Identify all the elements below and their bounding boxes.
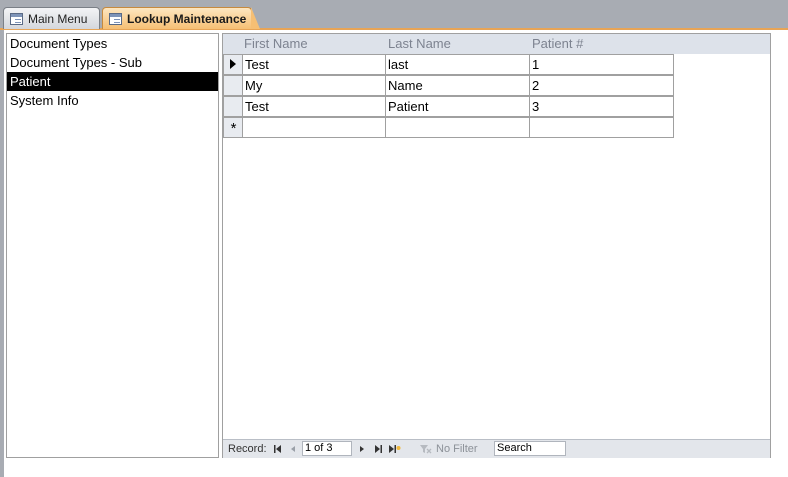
datasheet-subform: First Name Last Name Patient # Test last… [222,33,771,458]
new-cell-last-name[interactable] [386,117,530,138]
new-record-star-icon: * [230,120,237,137]
search-input[interactable]: Search [494,441,566,456]
current-record-input[interactable]: 1 of 3 [302,441,352,456]
tab-main-menu[interactable]: Main Menu [3,7,100,29]
record-selector[interactable] [223,96,242,117]
cell-last-name[interactable]: Patient [386,96,530,117]
previous-record-icon[interactable] [288,444,298,454]
form-icon [10,12,23,25]
last-record-icon[interactable] [373,444,383,454]
no-filter-button[interactable]: No Filter [436,440,478,458]
record-navigation-bar: Record: 1 of 3 No Filter Search [223,439,770,458]
cell-last-name[interactable]: Name [386,75,530,96]
new-record-icon[interactable] [388,444,401,454]
new-record-selector[interactable]: * [223,117,242,138]
new-cell-first-name[interactable] [242,117,386,138]
cell-patient-number[interactable]: 1 [530,54,674,75]
list-item-patient[interactable]: Patient [7,72,218,91]
tab-lookup-maintenance[interactable]: Lookup Maintenance [102,7,260,29]
tab-lookup-maintenance-label: Lookup Maintenance [127,11,247,26]
cell-patient-number[interactable]: 2 [530,75,674,96]
record-selector[interactable] [223,75,242,96]
cell-first-name[interactable]: Test [242,54,386,75]
cell-first-name[interactable]: My [242,75,386,96]
form-icon [109,12,122,25]
record-selector[interactable] [223,54,242,75]
tab-main-menu-label: Main Menu [28,11,88,26]
cell-patient-number[interactable]: 3 [530,96,674,117]
column-header-last-name[interactable]: Last Name [386,34,530,54]
column-header-patient-number[interactable]: Patient # [530,34,674,54]
current-record-arrow-icon [230,59,236,69]
navigation-pane-edge [0,30,4,477]
list-item-system-info[interactable]: System Info [7,91,218,110]
column-header-first-name[interactable]: First Name [242,34,386,54]
column-header-row: First Name Last Name Patient # [223,34,770,54]
record-label: Record: [228,443,267,455]
cell-last-name[interactable]: last [386,54,530,75]
list-item-document-types[interactable]: Document Types [7,34,218,53]
first-record-icon[interactable] [273,444,283,454]
lookup-listbox[interactable]: Document Types Document Types - Sub Pati… [6,33,219,458]
filter-icon[interactable] [419,444,432,454]
next-record-icon[interactable] [357,444,367,454]
new-cell-patient-number[interactable] [530,117,674,138]
list-item-document-types-sub[interactable]: Document Types - Sub [7,53,218,72]
cell-first-name[interactable]: Test [242,96,386,117]
